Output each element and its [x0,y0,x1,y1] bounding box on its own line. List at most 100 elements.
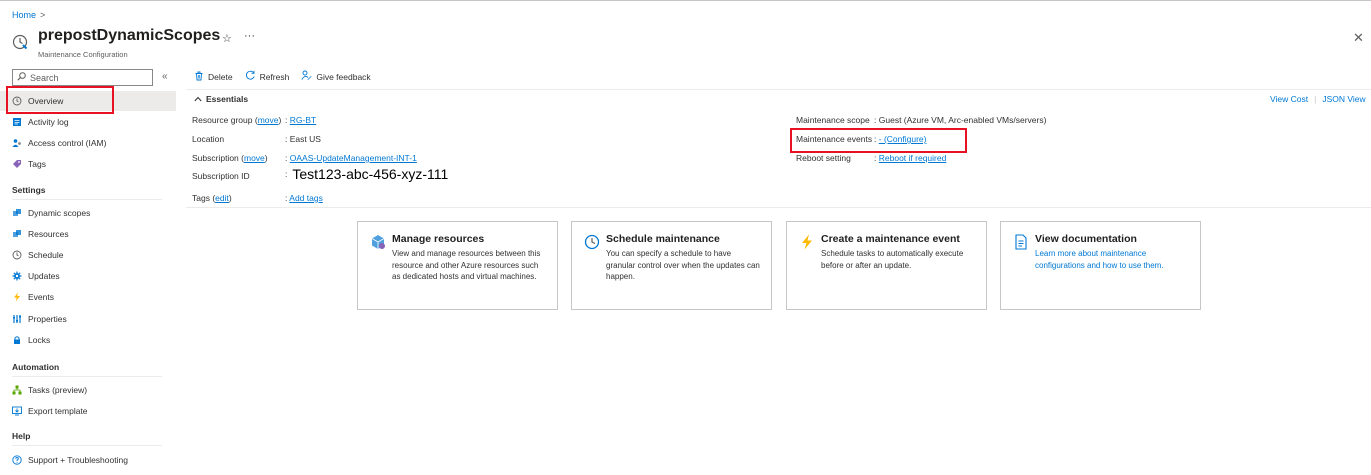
sidebar-item-activity-log[interactable]: Activity log [0,112,176,132]
tags-label-text: Tags [192,193,210,203]
json-view-link[interactable]: JSON View [1322,94,1365,104]
feedback-icon [301,70,312,83]
colon: : [874,115,877,125]
subscription-value: : OAAS-UpdateManagement-INT-1 [285,153,417,163]
highlight-box-overview [6,86,114,114]
essentials-divider [186,207,1371,208]
clock-icon [584,234,600,250]
sidebar-item-support[interactable]: Support + Troubleshooting [0,450,176,470]
maintenance-scope-label: Maintenance scope [796,115,870,125]
maintenance-scope-text: Guest (Azure VM, Arc-enabled VMs/servers… [878,115,1047,125]
reboot-setting-label: Reboot setting [796,153,851,163]
search-box[interactable] [12,69,153,86]
lightning-icon [12,292,22,302]
sidebar-item-label: Updates [28,271,60,281]
tags-label: Tags (edit) [192,193,232,203]
properties-icon [12,314,22,324]
breadcrumb: Home > [12,10,45,20]
sidebar-item-label: Tags [28,159,46,169]
subscription-label: Subscription (move) [192,153,268,163]
location-label: Location [192,134,225,144]
toolbar-divider [186,89,1371,90]
sidebar-item-updates[interactable]: Updates [0,266,176,286]
tags-value: : Add tags [285,193,323,203]
colon: : [285,169,288,179]
top-border [0,0,1371,1]
card-title: Manage resources [392,233,485,245]
card-description: View and manage resources between this r… [392,249,541,281]
document-icon [1013,234,1029,250]
reboot-setting-link[interactable]: Reboot if required [879,153,947,163]
resource-group-label-text: Resource group [192,115,253,125]
subscription-id-label: Subscription ID [192,171,250,181]
sidebar-item-resources[interactable]: Resources [0,224,176,244]
move-subscription-link[interactable]: move [244,153,265,163]
subscription-link[interactable]: OAAS-UpdateManagement-INT-1 [290,153,417,163]
essentials-toggle[interactable]: Essentials [194,94,248,104]
sidebar-item-export-template[interactable]: Export template [0,401,176,421]
sidebar-item-events[interactable]: Events [0,287,176,307]
delete-button[interactable]: Delete [194,71,233,83]
card-create-maintenance-event[interactable]: Create a maintenance event Schedule task… [786,221,987,310]
close-icon[interactable]: ✕ [1353,30,1364,46]
colon: : [285,134,288,144]
cube-icon [370,234,386,250]
edit-tags-link[interactable]: edit [215,193,229,203]
breadcrumb-separator: > [40,10,46,20]
resources-icon [12,229,22,239]
resource-group-label: Resource group (move) [192,115,282,125]
favorite-star-icon[interactable]: ☆ [222,32,232,45]
gear-icon [12,271,22,281]
sidebar-item-label: Locks [28,335,51,345]
refresh-icon [245,70,256,83]
card-description[interactable]: Learn more about maintenance configurati… [1035,248,1190,271]
page-title: prepostDynamicScopes [38,27,221,44]
people-icon [12,138,22,148]
sidebar-item-label: Tasks (preview) [28,385,88,395]
reboot-setting-value: : Reboot if required [874,153,946,163]
sidebar-item-access-control[interactable]: Access control (IAM) [0,133,176,153]
dynamic-scopes-icon [12,208,22,218]
feedback-label: Give feedback [316,71,371,82]
more-options-icon[interactable]: ··· [244,30,255,42]
card-view-documentation[interactable]: View documentation Learn more about main… [1000,221,1201,310]
collapse-sidebar-icon[interactable]: « [162,71,168,82]
sidebar-item-label: Properties [28,314,67,324]
subscription-label-text: Subscription [192,153,239,163]
view-cost-link[interactable]: View Cost [1270,94,1308,104]
card-description: Schedule tasks to automatically execute … [821,249,964,270]
breadcrumb-home-link[interactable]: Home [12,10,36,20]
links-divider: | [1314,94,1317,104]
sidebar-item-label: Access control (IAM) [28,138,107,148]
refresh-button[interactable]: Refresh [245,70,289,83]
page-subtitle: Maintenance Configuration [38,50,128,59]
sidebar-item-locks[interactable]: Locks [0,330,176,350]
add-tags-link[interactable]: Add tags [289,193,323,203]
card-schedule-maintenance[interactable]: Schedule maintenance You can specify a s… [571,221,772,310]
sidebar-section-automation: Automation [12,362,162,377]
help-question-icon [12,455,22,465]
trash-icon [194,71,204,83]
sidebar-item-properties[interactable]: Properties [0,309,176,329]
tasks-icon [12,385,22,395]
sidebar-item-label: Dynamic scopes [28,208,91,218]
sidebar-section-settings: Settings [12,185,162,200]
sidebar-item-schedule[interactable]: Schedule [0,245,176,265]
delete-label: Delete [208,71,233,82]
sidebar-item-label: Events [28,292,54,302]
sidebar-item-label: Resources [28,229,69,239]
sidebar-item-tasks[interactable]: Tasks (preview) [0,380,176,400]
sidebar-item-label: Schedule [28,250,64,260]
highlight-box-maintenance-events [790,128,967,153]
subscription-id-value: : Test123-abc-456-xyz-111 [285,166,448,182]
resource-group-link[interactable]: RG-BT [290,115,316,125]
export-template-icon [12,406,22,416]
location-text: East US [289,134,321,144]
move-resource-group-link[interactable]: move [258,115,279,125]
search-input[interactable] [30,72,140,83]
sidebar-item-dynamic-scopes[interactable]: Dynamic scopes [0,203,176,223]
give-feedback-button[interactable]: Give feedback [301,70,371,83]
location-value: : East US [285,134,321,144]
sidebar-item-tags[interactable]: Tags [0,154,176,174]
card-manage-resources[interactable]: Manage resources View and manage resourc… [357,221,558,310]
